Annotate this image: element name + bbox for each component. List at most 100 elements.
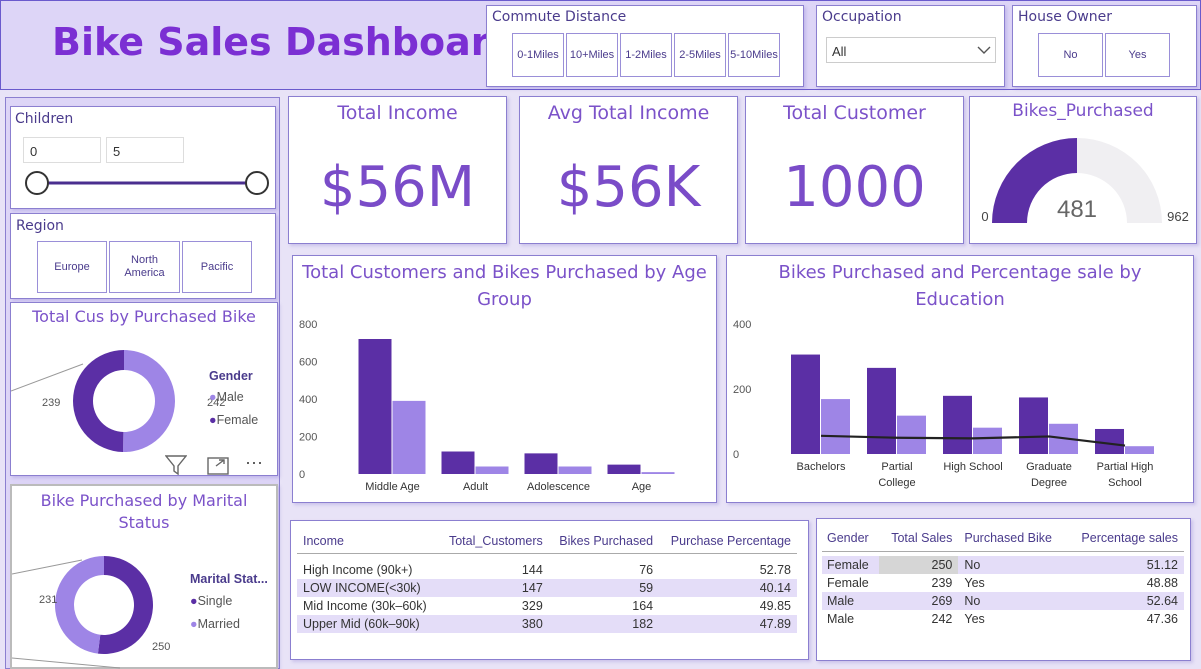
filter-icon[interactable] — [165, 455, 187, 475]
cell-purchased-bike: No — [958, 592, 1067, 610]
children-max-input[interactable]: 5 — [106, 137, 184, 163]
bar[interactable] — [392, 400, 426, 474]
more-options-icon[interactable]: ⋯ — [245, 453, 264, 474]
kpi-title: Total Income — [337, 102, 458, 124]
cell-purchased-bike: No — [958, 556, 1067, 574]
cell-purchase-percentage: 49.85 — [759, 599, 791, 613]
bikes-purchased-header[interactable]: Bikes Purchased — [549, 529, 659, 553]
cell-bikes-purchased: 164 — [632, 599, 654, 613]
slider-handle-max[interactable] — [245, 171, 269, 195]
cell-percentage-sales: 51.12 — [1066, 556, 1184, 574]
x-tick-label: School — [1108, 477, 1142, 489]
gender-sales-table-card: Gender Total Sales Purchased Bike Percen… — [816, 518, 1191, 661]
cell-total-customers: 329 — [521, 599, 543, 613]
commute-tile-0-1[interactable]: 0-1 Miles — [512, 33, 564, 77]
kpi-total-customer: Total Customer 1000 — [745, 96, 964, 244]
cell-income: Upper Mid (60k–90k) — [297, 615, 439, 633]
table-row[interactable]: Mid Income (30k–60k) 329 164 49.85 — [297, 597, 797, 615]
expand-icon[interactable] — [207, 457, 229, 475]
x-tick-label: Partial High — [1097, 461, 1154, 473]
bar[interactable] — [821, 399, 850, 454]
gender-sales-table: Gender Total Sales Purchased Bike Percen… — [822, 525, 1184, 628]
table-row[interactable]: High Income (90k+) 144 76 52.78 — [297, 561, 797, 579]
cell-purchase-percentage: 47.89 — [659, 615, 797, 633]
x-tick-label: Age — [632, 481, 652, 493]
table-row[interactable]: Upper Mid (60k–90k) 380 182 47.89 — [297, 615, 797, 633]
legend-dot-female: ● — [209, 413, 217, 427]
donut-slice-male[interactable] — [123, 350, 175, 452]
tile-line2: Miles — [641, 48, 667, 61]
gauge-max: 962 — [1167, 209, 1189, 224]
cell-total-sales: 239 — [931, 576, 953, 590]
commute-tile-10plus[interactable]: 10+ Miles — [566, 33, 618, 77]
commute-tile-2-5[interactable]: 2-5 Miles — [674, 33, 726, 77]
bar[interactable] — [943, 395, 972, 454]
region-tile-europe[interactable]: Europe — [37, 241, 107, 293]
commute-slicer: Commute Distance 0-1 Miles 10+ Miles 1-2 Mi… — [486, 5, 804, 87]
bar[interactable] — [1125, 446, 1154, 454]
bar[interactable] — [558, 466, 592, 475]
donut-slice-married[interactable] — [55, 556, 104, 654]
legend-item-married[interactable]: ●Married — [190, 617, 240, 631]
bar[interactable] — [358, 339, 392, 474]
y-tick-label: 400 — [299, 394, 317, 406]
legend-item-single[interactable]: ●Single — [190, 594, 232, 608]
legend-label-female: Female — [216, 413, 259, 427]
percentage-sales-header[interactable]: Percentage sales — [1066, 525, 1184, 551]
kpi-total-income: Total Income $56M — [288, 96, 507, 244]
legend-item-female[interactable]: ●Female — [209, 413, 258, 427]
age-group-chart-card: Total Customers and Bikes Purchased by A… — [292, 255, 717, 503]
tile-line2: Miles — [695, 48, 721, 61]
slider-handle-min[interactable] — [25, 171, 49, 195]
bar[interactable] — [867, 367, 896, 454]
house-owner-slicer: House Owner No Yes — [1012, 5, 1197, 87]
kpi-avg-total-income: Avg Total Income $56K — [519, 96, 738, 244]
bar[interactable] — [475, 466, 509, 475]
education-chart-card: Bikes Purchased and Percentage sale by E… — [726, 255, 1194, 503]
occupation-dropdown[interactable]: All — [826, 37, 996, 63]
children-range-slider[interactable] — [21, 169, 271, 199]
table-row[interactable]: Female 250 No 51.12 — [822, 556, 1184, 574]
bar[interactable] — [641, 472, 675, 474]
table-row[interactable]: Male 269 No 52.64 — [822, 592, 1184, 610]
region-tile-pacific[interactable]: Pacific — [182, 241, 252, 293]
commute-tile-1-2[interactable]: 1-2 Miles — [620, 33, 672, 77]
total-customers-header[interactable]: Total_Customers — [438, 529, 548, 553]
legend-item-male[interactable]: ●Male — [209, 390, 244, 404]
table-row[interactable]: LOW INCOME(<30k) 147 59 40.14 — [297, 579, 797, 597]
legend-label-single: Single — [197, 594, 233, 608]
bar[interactable] — [441, 451, 475, 475]
house-owner-tile-yes[interactable]: Yes — [1105, 33, 1170, 77]
region-tile-north-america[interactable]: North America — [109, 241, 180, 293]
kpi-value: $56K — [556, 155, 701, 220]
bar[interactable] — [607, 464, 641, 474]
cell-total-sales: 269 — [879, 592, 959, 610]
purchased-bike-header[interactable]: Purchased Bike — [958, 525, 1066, 551]
cell-total-sales: 250 — [879, 556, 959, 574]
donut-data-label: 231 — [39, 594, 57, 606]
bar[interactable] — [973, 427, 1002, 454]
purchase-percentage-header[interactable]: Purchase Percentage — [659, 529, 797, 553]
bar[interactable] — [791, 354, 820, 454]
bar[interactable] — [1019, 397, 1048, 454]
bar[interactable] — [897, 415, 926, 454]
table-spacer — [297, 553, 797, 561]
donut-slice-single[interactable] — [97, 556, 154, 654]
bar[interactable] — [524, 453, 558, 474]
gauge-value: 481 — [1057, 196, 1097, 223]
marital-legend-title: Marital Stat... — [190, 572, 268, 586]
table-row[interactable]: Male 242 Yes 47.36 — [822, 610, 1184, 628]
gender-header[interactable]: Gender — [822, 525, 879, 551]
commute-tile-5-10[interactable]: 5-10 Miles — [728, 33, 780, 77]
children-min-input[interactable]: 0 — [23, 137, 101, 163]
marital-donut-card[interactable]: Bike Purchased by Marital Status 250 231 … — [10, 484, 278, 669]
gender-legend-title: Gender — [209, 369, 253, 383]
dashboard-title: Bike Sales Dashboard — [52, 20, 517, 64]
income-header[interactable]: Income — [297, 529, 438, 553]
tile-line2: Miles — [752, 48, 778, 61]
house-owner-tile-no[interactable]: No — [1038, 33, 1103, 77]
total-sales-header[interactable]: Total Sales — [879, 525, 958, 551]
table-row[interactable]: Female 239 Yes 48.88 — [822, 574, 1184, 592]
donut-data-label: 239 — [42, 397, 60, 409]
gender-donut-card: Total Cus by Purchased Bike 242 239 Gende… — [10, 302, 278, 476]
